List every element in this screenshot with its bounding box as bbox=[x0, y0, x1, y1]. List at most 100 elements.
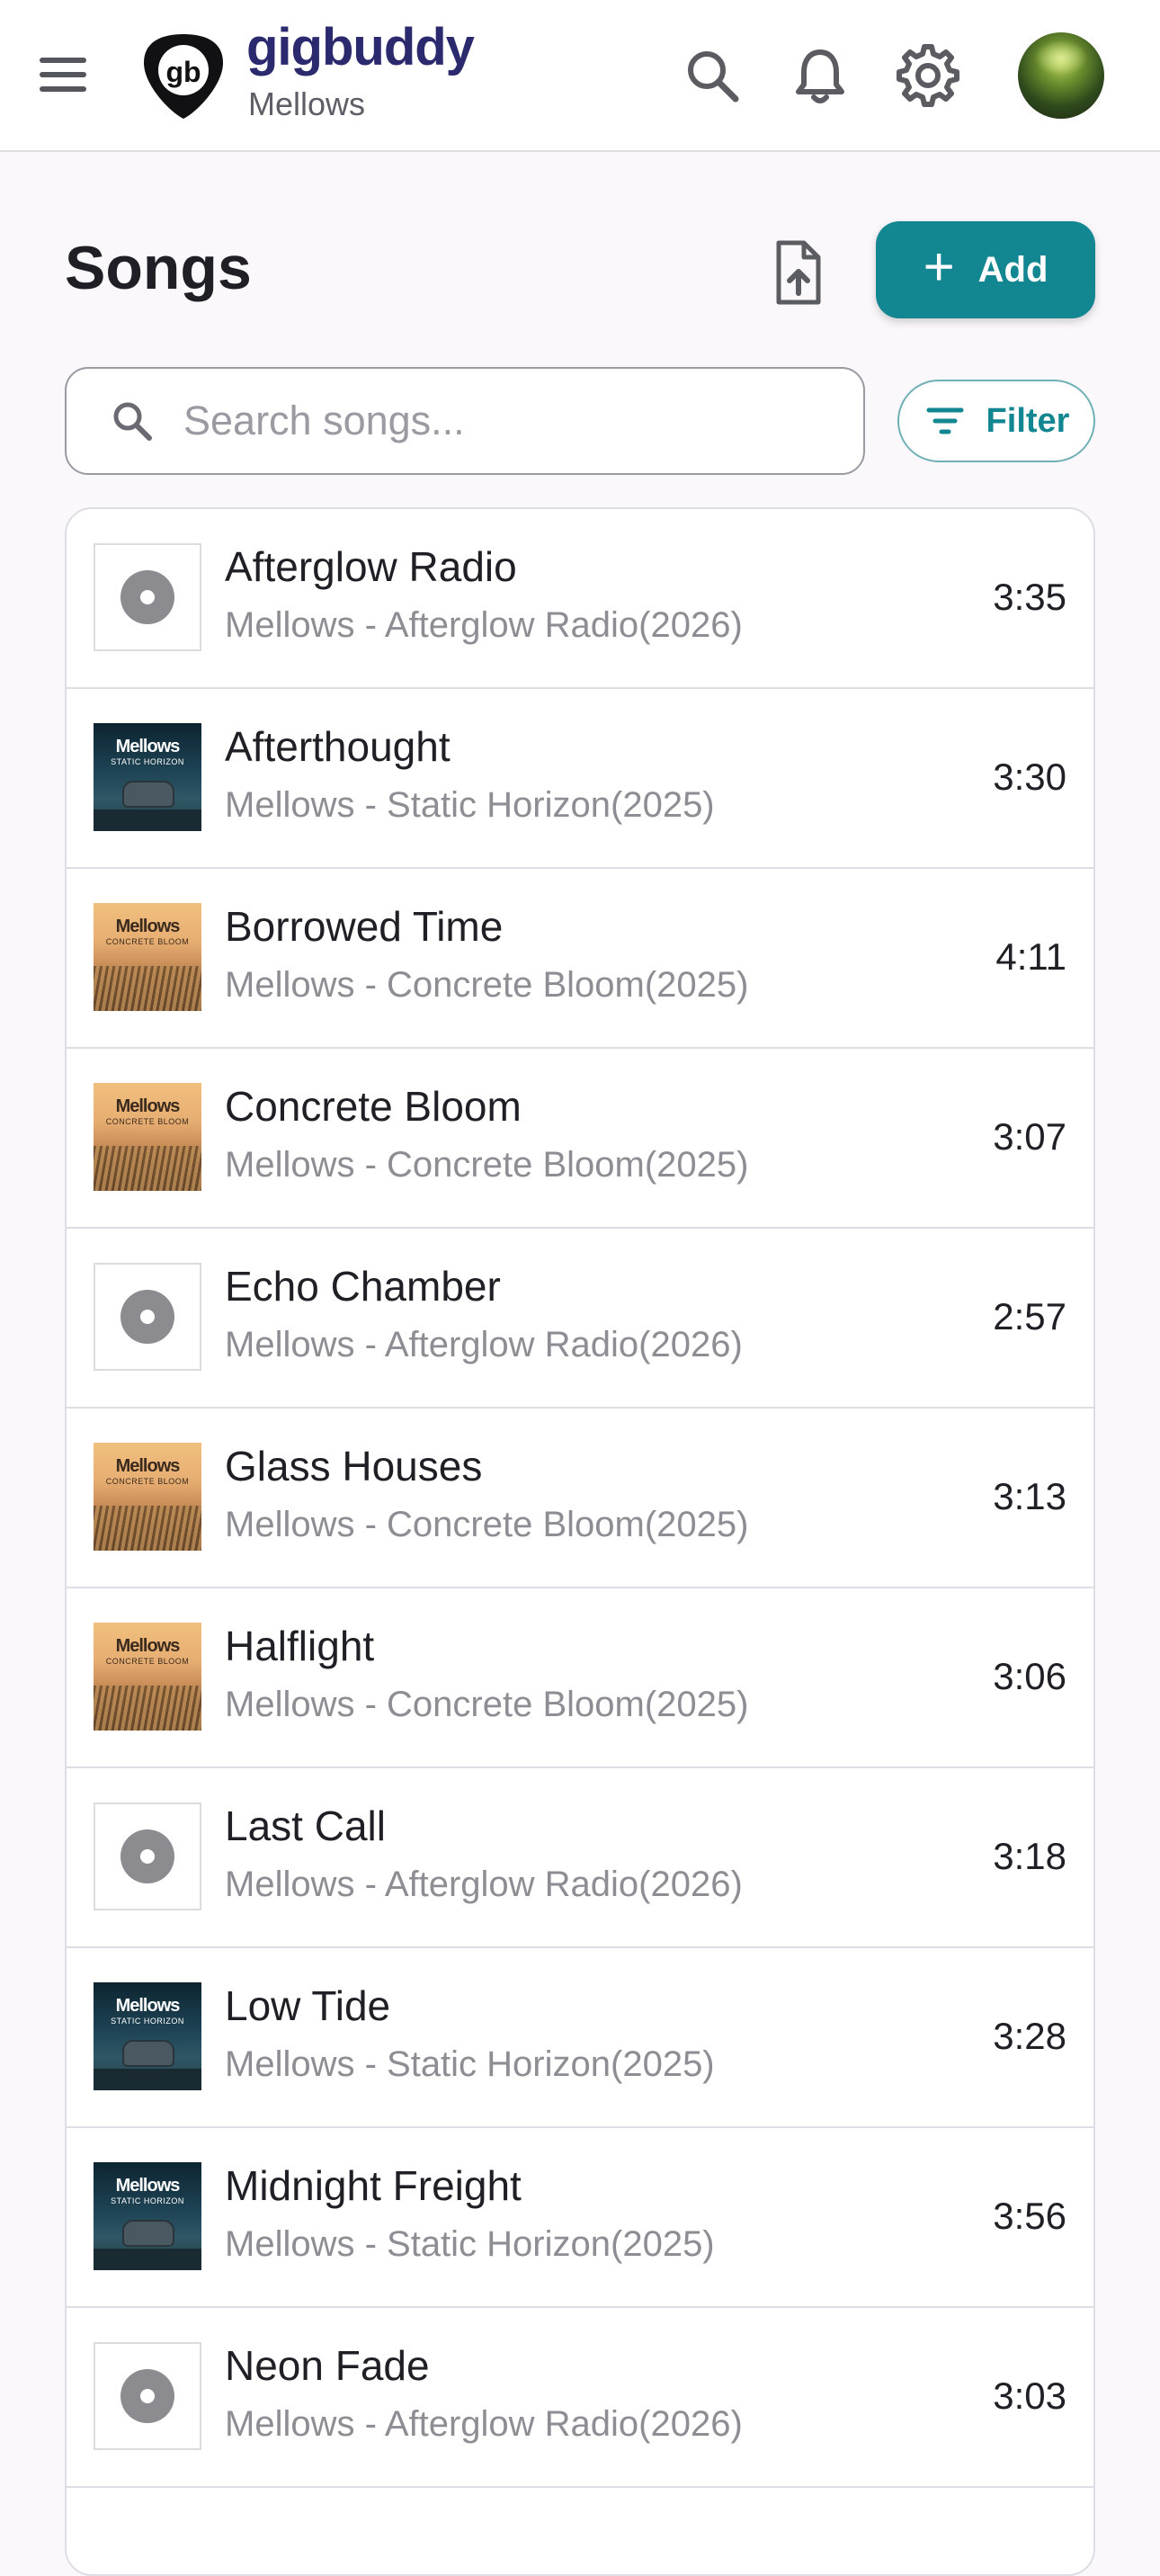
song-row[interactable]: Mellows CONCRETE BLOOM Glass Houses Mellows… bbox=[67, 1409, 1093, 1588]
artwork-subtitle: CONCRETE BLOOM bbox=[105, 1477, 190, 1486]
song-row[interactable]: Last Call Mellows - Afterglow Radio(2026)… bbox=[67, 1768, 1093, 1948]
add-button[interactable]: + Add bbox=[876, 221, 1095, 318]
artwork-subtitle: STATIC HORIZON bbox=[111, 2017, 184, 2026]
disc-icon bbox=[120, 2369, 174, 2423]
song-album-meta: Mellows - Concrete Bloom(2025) bbox=[225, 1145, 749, 1185]
plus-icon: + bbox=[923, 237, 955, 297]
album-artwork: Mellows STATIC HORIZON bbox=[94, 1982, 201, 2090]
artwork-road bbox=[94, 2249, 201, 2270]
artwork-car bbox=[124, 2222, 173, 2245]
song-title: Glass Houses bbox=[225, 1443, 483, 1489]
song-title: Afterthought bbox=[225, 723, 451, 770]
song-duration: 3:13 bbox=[993, 1475, 1066, 1517]
song-album-meta: Mellows - Concrete Bloom(2025) bbox=[225, 965, 749, 1005]
song-row[interactable]: Mellows STATIC HORIZON Afterthought Mellows… bbox=[67, 689, 1093, 869]
filter-button-label: Filter bbox=[986, 401, 1070, 440]
disc-placeholder-icon bbox=[94, 2342, 201, 2450]
artwork-title: Mellows bbox=[115, 1996, 181, 2016]
song-title: Echo Chamber bbox=[225, 1263, 501, 1310]
song-row[interactable]: Mellows CONCRETE BLOOM Concrete Bloom Mello… bbox=[67, 1049, 1093, 1229]
artwork-road bbox=[94, 809, 201, 831]
search-box[interactable] bbox=[65, 367, 865, 475]
search-icon bbox=[113, 402, 152, 441]
artwork-title: Mellows bbox=[115, 1096, 181, 1116]
song-duration: 3:30 bbox=[993, 756, 1066, 798]
song-title: Midnight Freight bbox=[225, 2162, 522, 2209]
song-row[interactable]: Mellows STATIC HORIZON Low Tide Mellows - S… bbox=[67, 1948, 1093, 2128]
song-title: Concrete Bloom bbox=[225, 1083, 522, 1130]
artwork-title: Mellows bbox=[115, 1636, 181, 1656]
song-row[interactable]: Afterglow Radio Mellows - Afterglow Radio… bbox=[67, 509, 1093, 689]
disc-icon bbox=[120, 1829, 174, 1883]
artwork-title: Mellows bbox=[115, 2176, 181, 2196]
song-row[interactable]: Mellows CONCRETE BLOOM Borrowed Time Mellow… bbox=[67, 869, 1093, 1049]
song-album-meta: Mellows - Afterglow Radio(2026) bbox=[225, 2404, 743, 2444]
filter-icon bbox=[926, 407, 964, 434]
album-artwork: Mellows CONCRETE BLOOM bbox=[94, 1623, 201, 1731]
song-album-meta: Mellows - Static Horizon(2025) bbox=[225, 785, 715, 825]
song-duration: 3:18 bbox=[993, 1835, 1066, 1877]
album-artwork: Mellows STATIC HORIZON bbox=[94, 723, 201, 831]
song-album-meta: Mellows - Afterglow Radio(2026) bbox=[225, 1865, 743, 1904]
song-duration: 2:57 bbox=[993, 1295, 1066, 1337]
logo-pick-icon[interactable]: gb bbox=[142, 32, 225, 121]
artwork-subtitle: CONCRETE BLOOM bbox=[105, 937, 190, 946]
song-duration: 4:11 bbox=[995, 935, 1066, 978]
song-list: Afterglow Radio Mellows - Afterglow Radio… bbox=[65, 507, 1095, 2576]
disc-placeholder-icon bbox=[94, 1802, 201, 1910]
artwork-subtitle: STATIC HORIZON bbox=[111, 2196, 184, 2205]
page-title: Songs bbox=[65, 234, 252, 302]
artwork-subtitle: CONCRETE BLOOM bbox=[105, 1117, 190, 1126]
disc-icon bbox=[120, 570, 174, 624]
artwork-road bbox=[94, 2069, 201, 2090]
song-album-meta: Mellows - Concrete Bloom(2025) bbox=[225, 1505, 749, 1544]
song-duration: 3:06 bbox=[993, 1655, 1066, 1697]
artwork-grass bbox=[94, 1506, 201, 1551]
song-album-meta: Mellows - Afterglow Radio(2026) bbox=[225, 605, 743, 645]
gear-icon[interactable] bbox=[892, 40, 964, 112]
song-duration: 3:03 bbox=[993, 2375, 1066, 2417]
disc-placeholder-icon bbox=[94, 1263, 201, 1371]
song-duration: 3:56 bbox=[993, 2195, 1066, 2237]
song-title: Neon Fade bbox=[225, 2342, 430, 2389]
file-upload-icon[interactable] bbox=[761, 236, 834, 309]
search-icon[interactable] bbox=[676, 40, 748, 112]
song-duration: 3:28 bbox=[993, 2015, 1066, 2057]
song-title: Last Call bbox=[225, 1802, 386, 1849]
disc-placeholder-icon bbox=[94, 543, 201, 651]
song-title: Low Tide bbox=[225, 1982, 391, 2029]
song-row[interactable]: Mellows CONCRETE BLOOM Halflight Mellows - … bbox=[67, 1588, 1093, 1768]
artwork-subtitle: STATIC HORIZON bbox=[111, 757, 184, 766]
filter-button[interactable]: Filter bbox=[897, 380, 1095, 462]
song-duration: 3:35 bbox=[993, 576, 1066, 618]
brand-name: gigbuddy bbox=[246, 18, 475, 76]
search-input[interactable] bbox=[183, 398, 813, 444]
song-duration: 3:07 bbox=[993, 1115, 1066, 1158]
song-title: Borrowed Time bbox=[225, 903, 504, 950]
album-artwork: Mellows STATIC HORIZON bbox=[94, 2162, 201, 2270]
menu-icon[interactable] bbox=[36, 52, 94, 97]
song-row[interactable]: Echo Chamber Mellows - Afterglow Radio(20… bbox=[67, 1229, 1093, 1409]
svg-text:gb: gb bbox=[165, 56, 201, 88]
song-title: Halflight bbox=[225, 1623, 375, 1669]
song-album-meta: Mellows - Concrete Bloom(2025) bbox=[225, 1685, 749, 1724]
song-title: Afterglow Radio bbox=[225, 543, 517, 590]
add-button-label: Add bbox=[977, 249, 1048, 290]
artwork-subtitle: CONCRETE BLOOM bbox=[105, 1657, 190, 1666]
album-artwork: Mellows CONCRETE BLOOM bbox=[94, 1443, 201, 1551]
song-album-meta: Mellows - Static Horizon(2025) bbox=[225, 2224, 715, 2264]
album-artwork: Mellows CONCRETE BLOOM bbox=[94, 1083, 201, 1191]
artwork-car bbox=[124, 783, 173, 806]
bell-icon[interactable] bbox=[784, 40, 856, 112]
artwork-grass bbox=[94, 1146, 201, 1191]
artwork-grass bbox=[94, 966, 201, 1011]
artwork-title: Mellows bbox=[115, 737, 181, 756]
disc-icon bbox=[120, 1290, 174, 1344]
song-row[interactable]: Mellows STATIC HORIZON Midnight Freight Mel… bbox=[67, 2128, 1093, 2308]
song-row[interactable]: Neon Fade Mellows - Afterglow Radio(2026)… bbox=[67, 2308, 1093, 2488]
artwork-title: Mellows bbox=[115, 917, 181, 936]
avatar[interactable] bbox=[1018, 32, 1104, 119]
artwork-title: Mellows bbox=[115, 1456, 181, 1476]
song-album-meta: Mellows - Static Horizon(2025) bbox=[225, 2044, 715, 2084]
artwork-car bbox=[124, 2042, 173, 2065]
